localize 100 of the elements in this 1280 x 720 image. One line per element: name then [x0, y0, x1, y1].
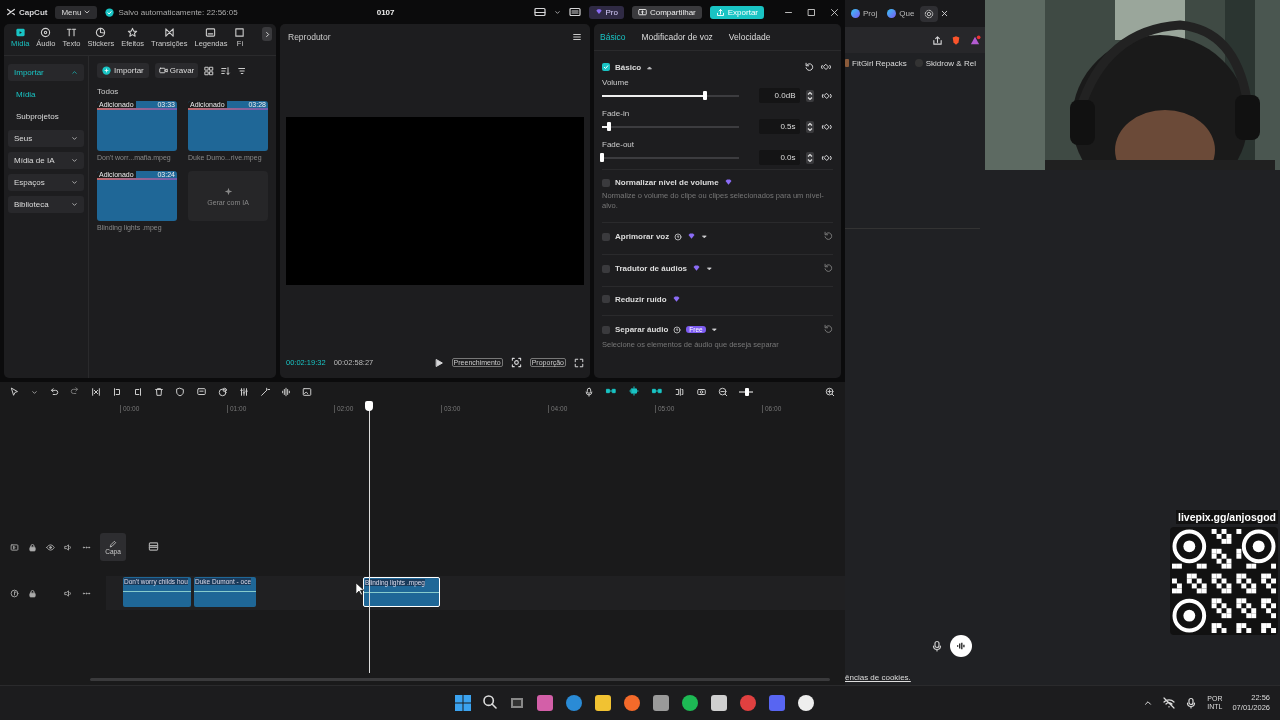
undo-icon[interactable] — [49, 387, 59, 397]
speaker-icon[interactable] — [64, 588, 73, 598]
property-tab[interactable]: Básico — [600, 32, 626, 42]
slider[interactable] — [602, 156, 739, 159]
task-view-icon[interactable] — [509, 695, 525, 711]
sidebar-item[interactable]: Mídia — [8, 86, 84, 103]
sidebar-group[interactable]: Mídia de IA — [8, 152, 84, 169]
microphone-icon[interactable] — [1185, 697, 1198, 709]
stepper-icon[interactable] — [805, 151, 814, 164]
close-icon[interactable] — [830, 7, 839, 17]
checkbox[interactable] — [602, 178, 610, 187]
caret-icon[interactable] — [710, 326, 718, 333]
caret-icon[interactable] — [31, 388, 38, 396]
waveform-icon[interactable] — [281, 387, 291, 397]
sidebar-group[interactable]: Seus — [8, 130, 84, 147]
caret-up-icon[interactable] — [646, 63, 654, 71]
help-icon[interactable] — [674, 232, 683, 241]
scrollbar[interactable] — [90, 678, 830, 681]
fullscreen-icon[interactable] — [574, 357, 584, 368]
delete-icon[interactable] — [154, 387, 164, 397]
eye-icon[interactable] — [46, 542, 55, 552]
maximize-icon[interactable] — [807, 7, 816, 17]
sidebar-group[interactable]: Espaços — [8, 174, 84, 191]
app-icon[interactable] — [652, 694, 670, 712]
microphone-icon[interactable] — [931, 640, 943, 652]
fit-icon[interactable] — [696, 387, 707, 397]
triangle-icon[interactable] — [969, 34, 981, 46]
redo-icon[interactable] — [70, 386, 80, 396]
sidebar-group[interactable]: Biblioteca — [8, 196, 84, 213]
app-icon[interactable] — [594, 694, 612, 712]
slider[interactable] — [602, 125, 739, 128]
cookie-link[interactable]: ências de cookies. — [845, 673, 911, 682]
next-arrow-icon[interactable] — [262, 27, 272, 41]
film-icon[interactable] — [148, 540, 159, 552]
link-icon[interactable] — [605, 386, 617, 396]
app-icon[interactable] — [710, 694, 728, 712]
checkbox[interactable] — [602, 325, 610, 334]
microphone-icon[interactable] — [584, 387, 594, 397]
snap-icon[interactable] — [628, 386, 640, 396]
stepper-icon[interactable] — [805, 120, 814, 133]
network-icon[interactable] — [1163, 697, 1176, 709]
menu-icon[interactable] — [572, 32, 582, 42]
keyframe-icon[interactable] — [819, 62, 833, 72]
split-icon[interactable] — [91, 387, 101, 397]
music-track-icon[interactable] — [10, 588, 19, 598]
keyframe-icon[interactable] — [819, 152, 833, 163]
shield-logo-icon[interactable] — [951, 34, 961, 46]
zoom-slider[interactable] — [739, 387, 753, 397]
stepper-icon[interactable] — [805, 89, 814, 102]
zoom-in-icon[interactable] — [825, 387, 835, 397]
caret-icon[interactable] — [701, 233, 709, 240]
share-button[interactable]: Compartilhar — [631, 5, 702, 19]
keyframe-icon[interactable] — [819, 90, 833, 101]
slider[interactable] — [602, 94, 739, 97]
bookmark[interactable]: Skidrow & Rel — [914, 58, 976, 68]
sidebar-item[interactable]: Subprojetos — [8, 108, 84, 125]
image-icon[interactable] — [302, 387, 312, 397]
record-button[interactable]: Gravar — [154, 63, 199, 78]
lock-icon[interactable] — [28, 588, 37, 598]
lock-icon[interactable] — [28, 542, 37, 552]
import-button[interactable]: Importar — [97, 63, 149, 78]
value-field[interactable]: 0.0dB — [758, 88, 800, 103]
checkbox[interactable] — [602, 63, 610, 71]
play-icon[interactable] — [433, 357, 444, 368]
menu-button[interactable]: Menu — [55, 5, 98, 19]
logo-icon[interactable] — [6, 7, 16, 17]
property-tab[interactable]: Modificador de voz — [641, 32, 713, 42]
checkbox[interactable] — [602, 232, 610, 241]
caret-icon[interactable] — [553, 8, 561, 16]
caret-icon[interactable] — [83, 8, 92, 16]
magic-wand-icon[interactable] — [260, 387, 270, 397]
app-icon[interactable] — [797, 694, 815, 712]
search-icon[interactable] — [482, 694, 498, 710]
shield-icon[interactable] — [175, 387, 185, 397]
browser-tab[interactable]: Que — [883, 6, 919, 21]
adjust-icon[interactable] — [239, 387, 249, 397]
property-tab[interactable]: Velocidade — [728, 32, 771, 42]
help-icon[interactable] — [673, 325, 682, 334]
sidebar-group[interactable]: Importar — [8, 64, 84, 81]
sort-icon[interactable] — [220, 65, 232, 76]
crop-icon[interactable] — [510, 357, 522, 368]
linkage-icon[interactable] — [651, 386, 663, 396]
video-track-icon[interactable] — [10, 542, 19, 552]
app-icon[interactable] — [623, 694, 641, 712]
browser-tab[interactable]: Proj — [847, 6, 882, 21]
cursor-icon[interactable] — [10, 387, 20, 397]
pro-button[interactable]: Pro — [588, 5, 624, 19]
start-icon[interactable] — [455, 695, 471, 711]
checkbox[interactable] — [602, 295, 610, 303]
value-field[interactable]: 0.5s — [758, 119, 800, 134]
trim-left-icon[interactable] — [112, 387, 122, 397]
close-icon[interactable] — [940, 9, 950, 18]
keyframe-icon[interactable] — [819, 121, 833, 132]
bookmark[interactable]: FitGirl Repacks — [845, 58, 907, 68]
checkbox[interactable] — [602, 264, 610, 273]
browser-tab[interactable] — [920, 5, 939, 22]
trim-right-icon[interactable] — [133, 387, 143, 397]
share-icon[interactable] — [932, 34, 943, 46]
value-field[interactable]: 0.0s — [758, 150, 800, 165]
app-icon[interactable] — [681, 694, 699, 712]
